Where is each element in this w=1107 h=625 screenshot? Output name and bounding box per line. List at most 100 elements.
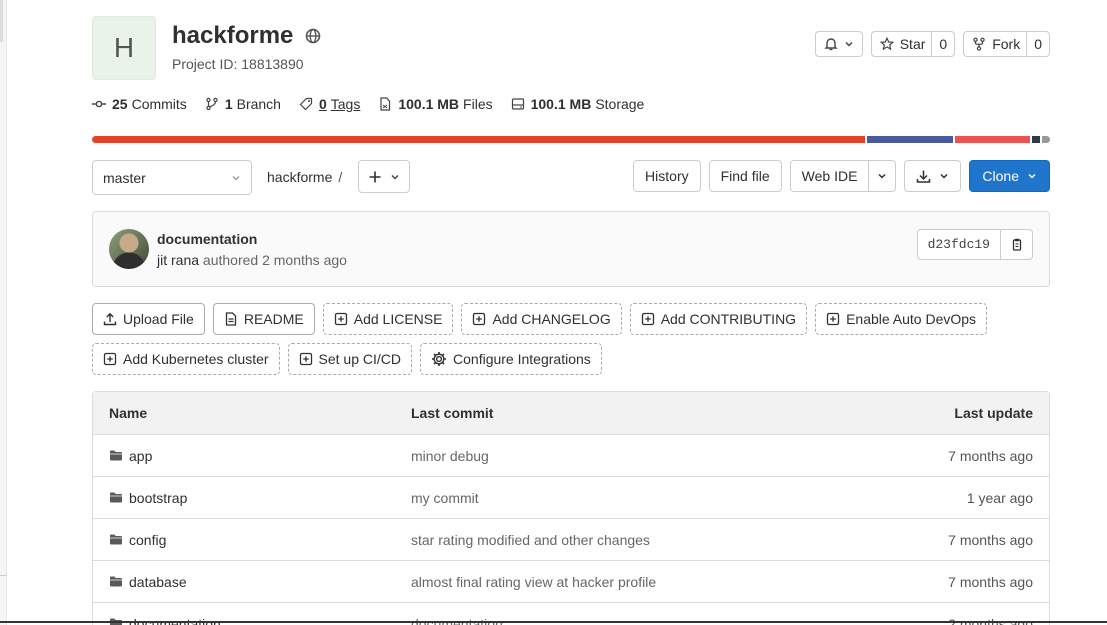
quick-action-label: Add CHANGELOG <box>492 311 611 327</box>
file-name-cell[interactable]: bootstrap <box>93 490 411 506</box>
upload-file-button[interactable]: Upload File <box>92 303 205 335</box>
file-name-cell[interactable]: config <box>93 532 411 548</box>
add-license-button[interactable]: Add LICENSE <box>322 303 454 335</box>
quick-action-label: Add LICENSE <box>353 311 443 327</box>
tags-label: Tags <box>330 96 361 112</box>
file-last-commit[interactable]: my commit <box>411 490 849 506</box>
chevron-down-icon <box>1028 173 1036 179</box>
language-segment[interactable] <box>92 136 866 143</box>
branch-link[interactable]: 1 Branch <box>205 96 281 112</box>
download-dropdown[interactable] <box>904 160 962 192</box>
web-ide-dropdown[interactable] <box>869 160 897 192</box>
find-file-button[interactable]: Find file <box>708 160 782 192</box>
column-last-commit: Last commit <box>411 405 494 421</box>
commit-title[interactable]: documentation <box>157 231 257 247</box>
branch-dropdown[interactable]: master <box>92 160 252 195</box>
file-name[interactable]: app <box>129 448 152 464</box>
files-size: 100.1 MB <box>398 96 460 112</box>
settings-icon <box>431 351 447 367</box>
bell-icon <box>824 38 838 51</box>
star-label: Star <box>899 36 926 52</box>
copy-sha-button[interactable] <box>1001 229 1033 260</box>
plus-square-icon <box>472 312 486 326</box>
fork-label: Fork <box>992 36 1021 52</box>
avatar[interactable] <box>109 229 149 269</box>
column-name: Name <box>109 405 148 421</box>
commit-sha[interactable]: d23fdc19 <box>916 229 1001 260</box>
plus-icon <box>369 171 381 182</box>
web-ide-group: Web IDE <box>789 160 897 192</box>
commit-author[interactable]: jit rana <box>157 252 199 268</box>
plus-square-icon <box>826 312 840 326</box>
storage-link[interactable]: 100.1 MB Storage <box>511 96 644 112</box>
language-segment[interactable] <box>1031 136 1041 143</box>
quick-action-label: Add Kubernetes cluster <box>123 351 269 367</box>
file-last-commit[interactable]: star rating modified and other changes <box>411 532 849 548</box>
star-icon <box>879 37 894 51</box>
file-name-cell[interactable]: app <box>93 448 411 464</box>
fork-button[interactable]: Fork 0 <box>963 31 1050 57</box>
table-row[interactable]: config star rating modified and other cha… <box>93 519 1049 561</box>
table-row[interactable]: app minor debug 7 months ago <box>93 435 1049 477</box>
last-commit-panel: documentation jit rana authored 2 months… <box>92 211 1050 287</box>
language-segment[interactable] <box>867 136 954 143</box>
breadcrumb-root[interactable]: hackforme <box>267 169 332 185</box>
file-name[interactable]: database <box>129 574 187 590</box>
web-ide-button[interactable]: Web IDE <box>789 160 870 192</box>
files-link[interactable]: 100.1 MB Files <box>378 96 493 112</box>
repository-language-bar[interactable] <box>92 136 1050 143</box>
add-kubernetes-cluster-button[interactable]: Add Kubernetes cluster <box>92 343 280 375</box>
language-segment[interactable] <box>955 136 1030 143</box>
chevron-down-icon <box>232 175 240 180</box>
commits-label: Commits <box>131 96 187 112</box>
file-last-update: 7 months ago <box>948 447 1033 464</box>
folder-icon <box>109 491 123 504</box>
star-count[interactable]: 0 <box>931 32 954 56</box>
language-segment[interactable] <box>1042 136 1050 143</box>
set-up-ci-cd-button[interactable]: Set up CI/CD <box>287 343 413 375</box>
quick-action-label: Add CONTRIBUTING <box>660 311 797 327</box>
tags-link[interactable]: 0 Tags <box>299 96 360 112</box>
folder-icon <box>109 533 123 546</box>
clone-button[interactable]: Clone <box>969 160 1050 192</box>
file-tree-table: Name Last commit Last update app minor de… <box>92 391 1050 625</box>
file-icon <box>380 97 391 111</box>
table-row[interactable]: database almost final rating view at hack… <box>93 561 1049 603</box>
file-name[interactable]: bootstrap <box>129 490 187 506</box>
quick-actions: Upload File README Add LICENSE Add CHANGELO… <box>92 303 992 375</box>
file-name-cell[interactable]: database <box>93 574 411 590</box>
add-changelog-button[interactable]: Add CHANGELOG <box>461 303 622 335</box>
clone-label: Clone <box>982 168 1019 184</box>
notification-button[interactable] <box>814 31 863 57</box>
chevron-down-icon <box>878 173 886 179</box>
quick-action-label: README <box>243 311 304 327</box>
project-stats: 25 Commits 1 Branch 0 Tags 100.1 MB File… <box>92 96 662 112</box>
file-name[interactable]: config <box>129 532 166 548</box>
file-last-commit[interactable]: almost final rating view at hacker profi… <box>411 574 849 590</box>
fork-count[interactable]: 0 <box>1026 32 1049 56</box>
plus-square-icon <box>641 312 655 326</box>
project-header: H hackforme Project ID: 18813890 Star 0 <box>92 16 1050 82</box>
project-overview: H hackforme Project ID: 18813890 Star 0 <box>92 16 1050 625</box>
plus-square-icon <box>299 352 313 366</box>
table-row[interactable]: bootstrap my commit 1 year ago <box>93 477 1049 519</box>
add-contributing-button[interactable]: Add CONTRIBUTING <box>629 303 808 335</box>
storage-size: 100.1 MB <box>530 96 592 112</box>
project-avatar: H <box>92 16 156 80</box>
commits-link[interactable]: 25 Commits <box>92 96 187 112</box>
tags-count: 0 <box>318 96 327 112</box>
branch-icon <box>206 97 218 111</box>
file-last-commit[interactable]: minor debug <box>411 448 849 464</box>
star-button[interactable]: Star 0 <box>870 31 956 57</box>
column-last-update: Last update <box>954 405 1033 421</box>
configure-integrations-button[interactable]: Configure Integrations <box>420 343 602 375</box>
add-to-tree-dropdown[interactable] <box>358 160 410 193</box>
header-actions: Star 0 Fork 0 <box>814 31 1050 57</box>
storage-icon <box>511 98 524 110</box>
project-id: Project ID: 18813890 <box>172 56 304 72</box>
project-title: hackforme <box>172 22 321 50</box>
left-scroll-edge <box>0 0 7 625</box>
enable-auto-devops-button[interactable]: Enable Auto DevOps <box>815 303 988 335</box>
readme-button[interactable]: README <box>212 303 315 335</box>
history-button[interactable]: History <box>633 160 701 192</box>
